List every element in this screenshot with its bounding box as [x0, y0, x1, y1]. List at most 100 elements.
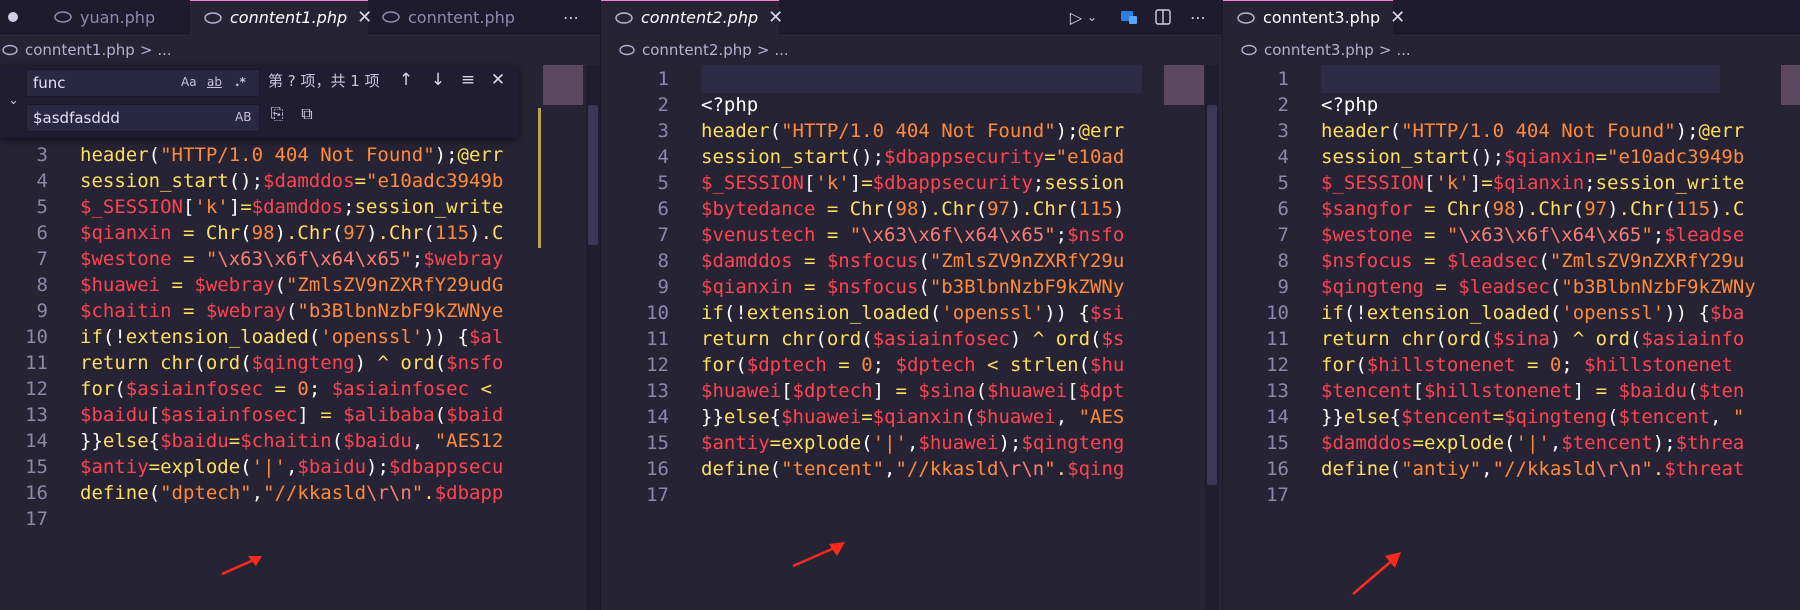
code-token: (	[308, 326, 321, 348]
code-token: $leadsec	[1446, 250, 1539, 272]
run-icon[interactable]: ▷	[1067, 6, 1085, 28]
code-token: =	[1481, 172, 1493, 194]
vertical-scrollbar[interactable]	[586, 65, 600, 610]
code-token: header	[701, 120, 770, 142]
code-token: =	[815, 224, 850, 246]
code-token: ();	[849, 146, 885, 168]
code-token: @err	[1698, 120, 1745, 142]
code-token: =	[884, 380, 919, 402]
whole-word-icon[interactable]: ab	[207, 75, 222, 89]
code-token: $sina	[918, 380, 976, 402]
code-token: 'k'	[194, 196, 229, 218]
php-file-icon	[54, 11, 72, 23]
toggle-replace-chevron-icon[interactable]: ⌄	[8, 88, 24, 114]
code-token: =	[1412, 198, 1447, 220]
more-horizontal-icon[interactable]: ⋯	[560, 6, 582, 28]
code-token: 115	[434, 222, 470, 244]
breadcrumb-symbol[interactable]: ...	[1396, 41, 1410, 59]
code-token: (	[975, 380, 988, 402]
replace-input[interactable]	[33, 105, 183, 131]
remote-icon[interactable]	[1119, 6, 1139, 28]
code-token: ord	[1446, 328, 1482, 350]
breadcrumb-file[interactable]: conntent3.php	[1264, 41, 1374, 59]
find-field[interactable]: Aa ab .*	[26, 69, 260, 97]
code-token: $huawei	[987, 380, 1068, 402]
line-number: 17	[1266, 484, 1289, 506]
code-token: ^	[1561, 328, 1596, 350]
close-icon[interactable]: ✕	[768, 7, 783, 28]
code-token: "HTTP/1.0 404 Not Found"	[781, 120, 1056, 142]
overview-ruler-mark	[538, 108, 541, 248]
code-token: (	[1355, 354, 1367, 376]
code-line[interactable]: 17	[1223, 480, 1800, 510]
match-case-icon[interactable]: Aa	[181, 75, 197, 89]
replace-all-icon[interactable]: ⧉	[296, 104, 318, 124]
replace-field[interactable]: AB	[26, 104, 260, 132]
code-token: "e10adc3949b	[366, 170, 504, 192]
code-token: .	[1721, 198, 1734, 220]
code-token: =	[861, 172, 873, 194]
breadcrumb-symbol[interactable]: ...	[157, 41, 171, 59]
code-token: 98	[895, 198, 919, 220]
tab-conntent2-php[interactable]: conntent2.php ✕	[601, 0, 783, 34]
breadcrumb-symbol[interactable]: ...	[774, 41, 788, 59]
code-line[interactable]: 17	[601, 480, 1222, 510]
code-token: "AES12	[434, 430, 504, 452]
scrollbar-thumb[interactable]	[1207, 105, 1217, 485]
minimap[interactable]	[543, 65, 583, 105]
code-line[interactable]: 17	[0, 504, 600, 534]
code-token: ,	[906, 432, 919, 454]
more-horizontal-icon[interactable]: ⋯	[1187, 6, 1209, 28]
close-icon[interactable]: ✕	[487, 70, 509, 90]
run-dropdown-icon[interactable]: ⌄	[1085, 6, 1099, 28]
replace-icon[interactable]: ⎘	[266, 104, 288, 124]
find-in-selection-icon[interactable]: ≡	[457, 70, 479, 90]
code-token: $qingteng	[1504, 406, 1608, 428]
annotation-arrow	[1352, 552, 1401, 595]
code-token: (	[918, 276, 930, 298]
vertical-scrollbar[interactable]	[1205, 65, 1219, 610]
tab-conntent3-php[interactable]: conntent3.php ✕	[1223, 0, 1405, 34]
breadcrumb-file[interactable]: conntent1.php	[25, 41, 135, 59]
regex-icon[interactable]: .*	[235, 75, 246, 89]
tab-conntent1-php[interactable]: conntent1.php ✕	[190, 0, 372, 34]
previous-match-icon[interactable]: ↑	[395, 70, 417, 90]
code-token: chr	[781, 328, 816, 350]
minimap[interactable]	[1164, 65, 1204, 105]
code-token: $huawei	[918, 432, 999, 454]
php-file-icon	[1237, 11, 1255, 24]
next-match-icon[interactable]: ↓	[427, 70, 449, 90]
code-token: 0	[861, 354, 873, 376]
split-editor-icon[interactable]	[1153, 6, 1173, 28]
code-token: =	[308, 404, 344, 426]
breadcrumb-file[interactable]: conntent2.php	[642, 41, 752, 59]
code-token: if	[80, 326, 103, 348]
close-icon[interactable]: ✕	[1390, 7, 1405, 28]
code-token: ord	[205, 352, 241, 374]
code-token: "	[1044, 458, 1056, 480]
scrollbar-thumb[interactable]	[588, 105, 598, 245]
code-token: "	[411, 482, 424, 504]
code-token: $baidu	[297, 456, 367, 478]
code-token: ,	[1481, 458, 1493, 480]
minimap[interactable]	[1781, 65, 1800, 105]
code-token: =	[1412, 250, 1447, 272]
code-token: $nsfocus	[1321, 250, 1413, 272]
code-token: (	[769, 458, 782, 480]
code-token: 98	[1492, 198, 1516, 220]
code-token: (	[274, 274, 286, 296]
find-input[interactable]	[33, 70, 183, 96]
preserve-case-icon[interactable]: AB	[235, 110, 251, 124]
code-token: 'openssl'	[320, 326, 424, 348]
tab-yuan-php[interactable]: yuan.php	[38, 0, 190, 34]
code-token: $bytedance	[701, 198, 816, 220]
code-token: {	[1389, 406, 1402, 428]
tab-overflow[interactable]	[0, 0, 30, 34]
code-token: $hillstonenet	[1423, 380, 1573, 402]
code-token: [	[1067, 380, 1079, 402]
code-token: ;	[1032, 172, 1045, 194]
tab-conntent-php[interactable]: conntent.php	[368, 0, 518, 34]
code-token: define	[701, 458, 770, 480]
code-token: =	[148, 456, 161, 478]
code-token: {	[769, 406, 782, 428]
